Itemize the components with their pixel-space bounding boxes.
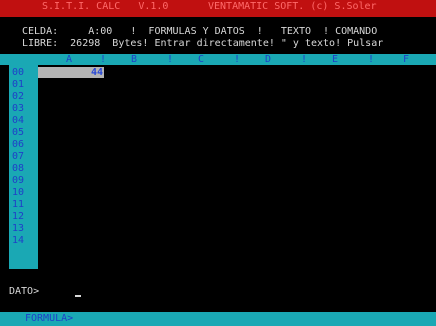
row-number-07[interactable]: 07 xyxy=(12,151,36,163)
row-number-04[interactable]: 04 xyxy=(12,115,36,127)
row-number-13[interactable]: 13 xyxy=(12,223,36,235)
row-number-00[interactable]: 00 xyxy=(12,67,36,79)
column-separator: ! xyxy=(301,54,308,65)
row-number-01[interactable]: 01 xyxy=(12,79,36,91)
column-header-f[interactable]: F xyxy=(401,54,411,65)
column-separator: ! xyxy=(368,54,375,65)
column-header-a[interactable]: A xyxy=(64,54,74,65)
status-bar: FORMULA> xyxy=(0,312,436,326)
row-number-10[interactable]: 10 xyxy=(12,187,36,199)
row-number-12[interactable]: 12 xyxy=(12,211,36,223)
app-title: S.I.T.I. CALC V.1.0 xyxy=(42,1,169,12)
column-separator: ! xyxy=(167,54,174,65)
row-number-11[interactable]: 11 xyxy=(12,199,36,211)
column-header-c[interactable]: C xyxy=(196,54,206,65)
row-number-08[interactable]: 08 xyxy=(12,163,36,175)
title-bar: S.I.T.I. CALC V.1.0 VENTAMATIC SOFT. (c)… xyxy=(0,0,436,17)
column-separator: ! xyxy=(100,54,107,65)
column-header: A ! B ! C ! D ! E ! F xyxy=(0,54,436,65)
column-header-d[interactable]: D xyxy=(263,54,273,65)
row-header: 00 01 02 03 04 05 06 07 08 09 10 11 12 1… xyxy=(9,65,38,269)
spreadsheet-grid[interactable]: 44 xyxy=(38,65,436,269)
memory-info-row: LIBRE: 26298 Bytes! Entrar directamente!… xyxy=(22,38,384,49)
column-header-e[interactable]: E xyxy=(330,54,340,65)
row-number-05[interactable]: 05 xyxy=(12,127,36,139)
row-number-09[interactable]: 09 xyxy=(12,175,36,187)
column-header-b[interactable]: B xyxy=(129,54,139,65)
app-copyright: VENTAMATIC SOFT. (c) S.Soler xyxy=(208,1,377,12)
status-mode: FORMULA> xyxy=(25,313,74,324)
active-cell-a00[interactable]: 44 xyxy=(38,67,104,78)
cell-info-row: CELDA: A:00 ! FORMULAS Y DATOS ! TEXTO !… xyxy=(22,26,378,37)
cell-value: 44 xyxy=(90,67,103,78)
row-number-14[interactable]: 14 xyxy=(12,235,36,247)
row-number-06[interactable]: 06 xyxy=(12,139,36,151)
input-cursor[interactable] xyxy=(75,295,81,297)
data-prompt-label: DATO> xyxy=(9,286,40,297)
row-number-03[interactable]: 03 xyxy=(12,103,36,115)
row-number-02[interactable]: 02 xyxy=(12,91,36,103)
column-separator: ! xyxy=(234,54,241,65)
